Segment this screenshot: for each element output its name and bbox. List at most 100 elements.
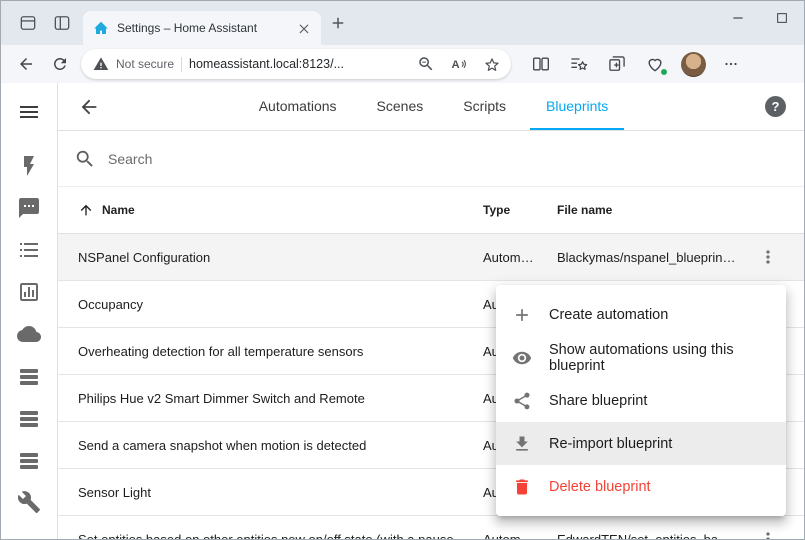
tab-blueprints[interactable]: Blueprints [530, 83, 624, 130]
split-screen-icon [531, 54, 551, 74]
tab-scripts[interactable]: Scripts [447, 83, 522, 130]
tab-title: Settings – Home Assistant [117, 21, 285, 35]
eye-icon [512, 348, 532, 368]
new-tab-button[interactable] [323, 8, 353, 38]
row-name: NSPanel Configuration [78, 250, 483, 265]
table-header: Name Type File name [58, 187, 804, 234]
column-header-file[interactable]: File name [557, 203, 748, 217]
row-file: Blackymas/nspanel_blueprin… [557, 250, 748, 265]
menu-item-share-blueprint[interactable]: Share blueprint [496, 379, 786, 422]
url-text: homeassistant.local:8123/... [189, 57, 406, 71]
row-name: Send a camera snapshot when motion is de… [78, 438, 483, 453]
device-icon [17, 364, 41, 388]
read-aloud-icon: A [450, 55, 468, 73]
table-row[interactable]: Set entities based on other entities new… [58, 516, 804, 539]
browser-toolbar: Not secure homeassistant.local:8123/... … [1, 45, 804, 83]
plus-icon [329, 14, 347, 32]
row-name: Set entities based on other entities new… [78, 532, 483, 540]
help-button[interactable]: ? [765, 96, 786, 117]
row-overflow-button[interactable] [748, 529, 788, 539]
read-aloud-button[interactable]: A [446, 51, 472, 77]
tab-scenes[interactable]: Scenes [361, 83, 440, 130]
sort-ascending-icon [78, 202, 94, 218]
energy-icon [17, 154, 41, 178]
maximize-button[interactable] [760, 1, 804, 35]
ha-header: AutomationsScenesScriptsBlueprints ? [58, 83, 804, 131]
device-icon [17, 406, 41, 430]
star-icon [483, 55, 501, 73]
menu-item-show-automations-using-this-blueprint[interactable]: Show automations using this blueprint [496, 336, 786, 379]
device-icon[interactable] [8, 397, 50, 439]
collections-icon [607, 54, 627, 74]
device-icon[interactable] [8, 355, 50, 397]
collections-button[interactable] [603, 50, 631, 78]
favorites-icon [569, 54, 589, 74]
refresh-button[interactable] [43, 49, 77, 79]
search-placeholder: Search [108, 151, 152, 167]
row-name: Overheating detection for all temperatur… [78, 344, 483, 359]
delete-icon [512, 477, 532, 497]
split-screen-button[interactable] [527, 50, 555, 78]
sidebar-menu-button[interactable] [8, 91, 50, 133]
cloud-icon [17, 322, 41, 346]
zoom-out-icon [417, 55, 435, 73]
history-icon[interactable] [8, 271, 50, 313]
cloud-icon[interactable] [8, 313, 50, 355]
address-bar[interactable]: Not secure homeassistant.local:8123/... … [81, 49, 511, 79]
browser-tab[interactable]: Settings – Home Assistant [83, 11, 321, 45]
energy-icon[interactable] [8, 145, 50, 187]
device-icon[interactable] [8, 439, 50, 481]
browser-essentials-button[interactable] [641, 50, 669, 78]
favorites-button[interactable] [565, 50, 593, 78]
assist-icon[interactable] [8, 187, 50, 229]
row-file: EdwardTEN/set_entities_bas… [557, 532, 748, 540]
minimize-icon [730, 10, 746, 26]
row-name: Philips Hue v2 Smart Dimmer Switch and R… [78, 391, 483, 406]
arrow-left-icon [17, 55, 35, 73]
browser-menu-button[interactable] [717, 50, 745, 78]
tab-automations[interactable]: Automations [243, 83, 353, 130]
minimize-button[interactable] [716, 1, 760, 35]
import-icon [512, 434, 532, 454]
share-icon [512, 391, 532, 411]
workspaces-icon [18, 13, 38, 33]
tab-actions-button[interactable] [47, 8, 77, 38]
page-content: AutomationsScenesScriptsBlueprints ? Sea… [1, 83, 804, 539]
column-header-type[interactable]: Type [483, 203, 557, 217]
arrow-left-icon [78, 96, 100, 118]
search-input[interactable]: Search [58, 131, 804, 187]
tools-icon[interactable] [8, 481, 50, 523]
menu-item-create-automation[interactable]: Create automation [496, 293, 786, 336]
profile-button[interactable] [679, 50, 707, 78]
column-header-name[interactable]: Name [78, 202, 483, 218]
search-icon [74, 148, 96, 170]
add-favorite-button[interactable] [479, 51, 505, 77]
browser-back-button[interactable] [9, 49, 43, 79]
row-overflow-button[interactable] [748, 247, 788, 267]
home-assistant-favicon [93, 20, 109, 36]
ha-sidebar-icons [8, 145, 50, 523]
list-icon [17, 238, 41, 262]
menu-item-re-import-blueprint[interactable]: Re-import blueprint [496, 422, 786, 465]
row-name: Occupancy [78, 297, 483, 312]
context-menu: Create automation Show automations using… [496, 285, 786, 516]
plus-icon [512, 305, 532, 325]
history-icon [17, 280, 41, 304]
help-glyph: ? [772, 99, 780, 114]
menu-item-delete-blueprint[interactable]: Delete blueprint [496, 465, 786, 508]
dots-vertical-icon [758, 529, 778, 539]
security-label: Not secure [116, 57, 174, 71]
list-icon[interactable] [8, 229, 50, 271]
back-button[interactable] [76, 94, 102, 120]
browser-window: Settings – Home Assistant Not secure [0, 0, 805, 540]
tab-close-button[interactable] [293, 17, 315, 39]
zoom-out-button[interactable] [413, 51, 439, 77]
device-icon [17, 448, 41, 472]
warning-icon [93, 56, 109, 72]
toolbar-icons [527, 50, 745, 78]
ha-sidebar [1, 83, 58, 539]
ha-tabs: AutomationsScenesScriptsBlueprints [102, 83, 765, 130]
avatar [681, 52, 706, 77]
workspaces-button[interactable] [13, 8, 43, 38]
table-row[interactable]: NSPanel Configuration Autom… Blackymas/n… [58, 234, 804, 281]
